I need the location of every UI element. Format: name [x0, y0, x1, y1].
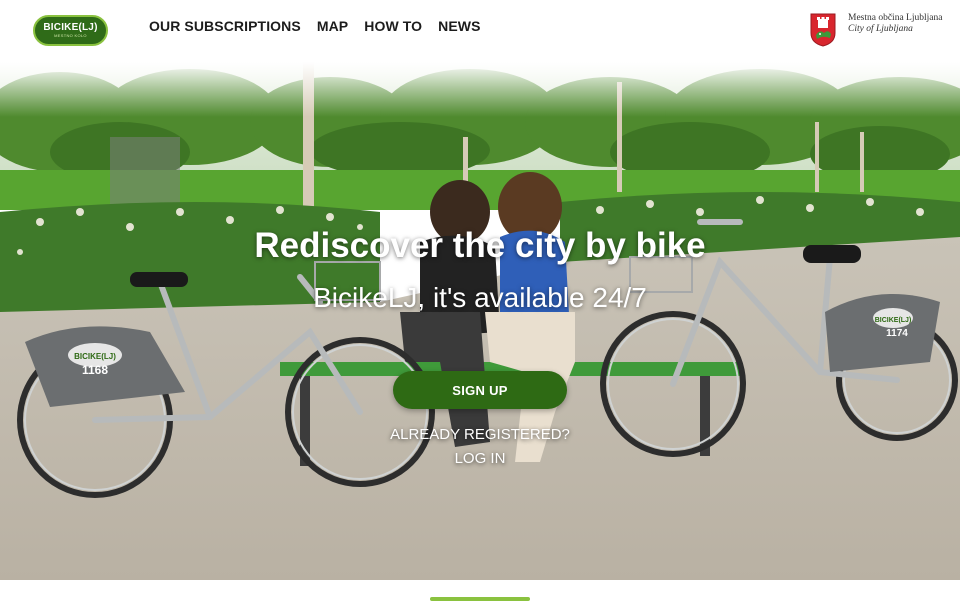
bike-left-number: 1168 [82, 363, 108, 377]
nav-item-subscriptions[interactable]: OUR SUBSCRIPTIONS [149, 17, 301, 35]
ljubljana-crest-icon [810, 13, 836, 47]
hero-section: 1168 1174 BICIKE(LJ) BICIKE(LJ) Rediscov… [0, 62, 960, 580]
hero-background-image: 1168 1174 BICIKE(LJ) BICIKE(LJ) [0, 62, 960, 580]
site-header: BICIKE(LJ) MESTNO KOLO OUR SUBSCRIPTIONS… [0, 0, 960, 62]
nav-item-news[interactable]: NEWS [438, 17, 480, 35]
login-link[interactable]: LOG IN [455, 450, 506, 467]
bike-right-number: 1174 [886, 328, 908, 339]
already-registered-text: ALREADY REGISTERED? [390, 426, 570, 443]
bicikelj-logo[interactable]: BICIKE(LJ) MESTNO KOLO [33, 15, 108, 46]
nav-item-how-to[interactable]: HOW TO [364, 17, 422, 35]
logo-subtext: MESTNO KOLO [54, 33, 87, 38]
hero-title: Rediscover the city by bike [254, 226, 706, 265]
sign-up-button[interactable]: SIGN UP [393, 371, 567, 409]
city-name-english: City of Ljubljana [848, 24, 913, 34]
login-link-wrapper: LOG IN [0, 450, 960, 467]
section-indicator-bar [430, 597, 530, 601]
bike-right-badge: BICIKE(LJ) [875, 317, 912, 324]
city-name-slovene: Mestna občina Ljubljana [848, 13, 943, 23]
logo-text: BICIKE(LJ) [43, 22, 98, 33]
main-nav: OUR SUBSCRIPTIONS MAP HOW TO NEWS [149, 17, 481, 35]
nav-item-map[interactable]: MAP [317, 17, 348, 35]
bike-left-badge: BICIKE(LJ) [74, 352, 116, 361]
header-fade [0, 62, 960, 117]
city-name: Mestna občina Ljubljana City of Ljubljan… [848, 13, 942, 35]
hero-subtitle: BicikeLJ, it's available 24/7 [313, 282, 647, 313]
city-of-ljubljana-logo[interactable]: Mestna občina Ljubljana City of Ljubljan… [810, 13, 942, 47]
